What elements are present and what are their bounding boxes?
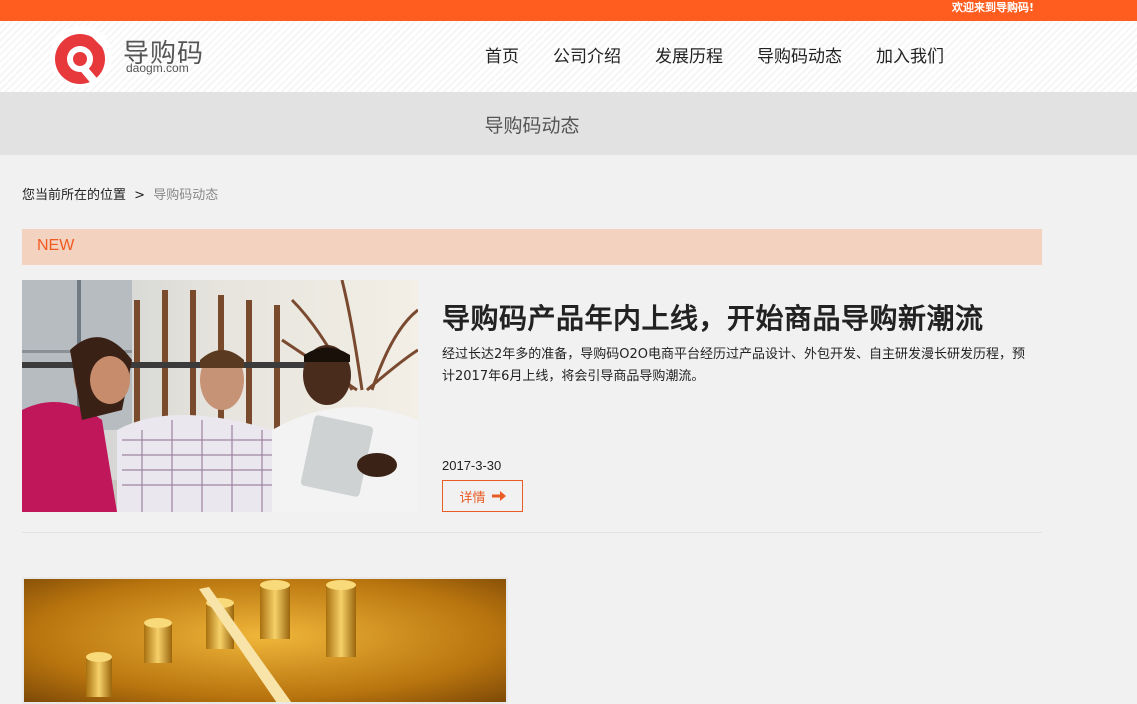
logo-domain: daogm.com [126, 61, 189, 75]
nav-home[interactable]: 首页 [468, 42, 536, 72]
nav-news[interactable]: 导购码动态 [740, 42, 859, 72]
breadcrumb-prefix: 您当前所在的位置 [22, 188, 127, 203]
coins-photo [24, 579, 506, 702]
section-label: NEW [37, 237, 75, 254]
article-date: 2017-3-30 [442, 458, 502, 473]
detail-button-label: 详情 [459, 490, 486, 506]
article-title[interactable]: 导购码产品年内上线，开始商品导购新潮流 [442, 297, 984, 337]
top-bar: 欢迎来到导购码! [0, 0, 1137, 21]
nav-company-intro[interactable]: 公司介绍 [536, 42, 638, 72]
article-image-2[interactable] [22, 577, 508, 704]
header: 导购码 daogm.com 首页 公司介绍 发展历程 导购码动态 加入我们 [0, 21, 1137, 92]
arrow-right-icon [491, 491, 506, 501]
section-header: NEW [22, 229, 1042, 265]
page-title: 导购码动态 [484, 115, 580, 137]
article-photo [22, 280, 418, 512]
breadcrumb-separator: > [134, 188, 146, 203]
logo-icon [50, 26, 112, 88]
breadcrumb-current[interactable]: 导购码动态 [153, 188, 218, 203]
detail-button[interactable]: 详情 [442, 480, 523, 512]
nav-history[interactable]: 发展历程 [638, 42, 740, 72]
nav-join-us[interactable]: 加入我们 [859, 42, 961, 72]
page-banner: 导购码动态 [0, 92, 1137, 155]
article-image[interactable] [22, 280, 418, 512]
article-summary: 经过长达2年多的准备，导购码O2O电商平台经历过产品设计、外包开发、自主研发漫长… [442, 347, 1026, 384]
main-nav: 首页 公司介绍 发展历程 导购码动态 加入我们 [468, 42, 961, 72]
article-divider [22, 532, 1042, 533]
welcome-text: 欢迎来到导购码! [951, 1, 1034, 14]
breadcrumb: 您当前所在的位置 > 导购码动态 [22, 184, 218, 203]
